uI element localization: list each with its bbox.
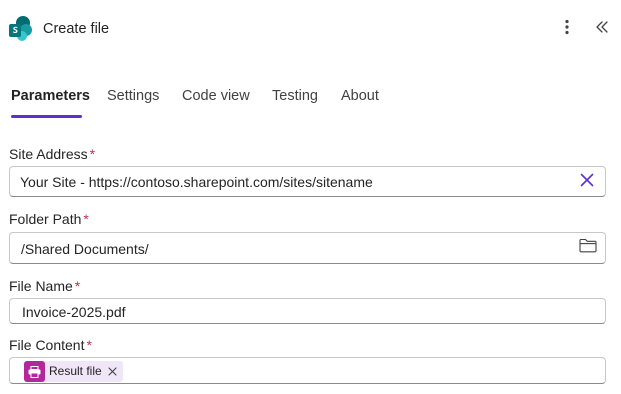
required-marker: * <box>83 211 89 227</box>
required-marker: * <box>86 337 92 353</box>
file-content-label: File Content * <box>9 336 92 354</box>
required-marker: * <box>89 146 96 162</box>
folder-path-label: Folder Path * <box>9 210 89 228</box>
file-name-field[interactable]: Invoice-2025.pdf <box>9 298 606 324</box>
folder-path-field[interactable]: /Shared Documents/ <box>9 232 606 264</box>
panel-header: Create file <box>0 0 621 58</box>
tab-settings[interactable]: Settings <box>107 87 159 105</box>
file-content-label-text: File Content <box>9 337 85 353</box>
site-address-field[interactable]: Your Site - https://contoso.sharepoint.c… <box>9 166 606 197</box>
collapse-panel-button[interactable] <box>591 18 613 40</box>
folder-path-value: /Shared Documents/ <box>21 241 149 257</box>
sharepoint-icon <box>9 16 33 42</box>
tab-testing[interactable]: Testing <box>272 87 318 105</box>
file-name-value: Invoice-2025.pdf <box>22 304 126 320</box>
more-options-button[interactable] <box>556 18 578 40</box>
double-chevron-left-icon <box>595 20 609 39</box>
file-name-label: File Name * <box>9 277 80 295</box>
tab-about[interactable]: About <box>341 87 379 105</box>
file-content-field[interactable]: Result file <box>9 357 606 384</box>
folder-icon <box>579 238 597 258</box>
result-file-token[interactable]: Result file <box>24 361 123 382</box>
site-address-label: Site Address * <box>9 145 95 163</box>
close-icon <box>580 173 594 192</box>
file-name-label-text: File Name <box>9 278 73 294</box>
printer-icon <box>24 361 45 382</box>
token-label: Result file <box>49 364 102 378</box>
tab-parameters[interactable]: Parameters <box>11 87 90 105</box>
required-marker: * <box>74 278 81 294</box>
site-address-value: Your Site - https://contoso.sharepoint.c… <box>20 174 373 190</box>
browse-folder-button[interactable] <box>578 238 598 258</box>
site-address-clear-button[interactable] <box>578 173 596 191</box>
remove-token-button[interactable] <box>106 365 119 378</box>
folder-path-label-text: Folder Path <box>9 211 82 227</box>
close-icon <box>108 363 117 381</box>
panel-title: Create file <box>43 21 110 37</box>
site-address-label-text: Site Address <box>9 146 88 162</box>
active-tab-indicator <box>11 115 82 118</box>
tab-list: Parameters Settings Code view Testing Ab… <box>0 82 621 118</box>
tab-code-view[interactable]: Code view <box>182 87 250 105</box>
more-vertical-icon <box>565 19 569 40</box>
